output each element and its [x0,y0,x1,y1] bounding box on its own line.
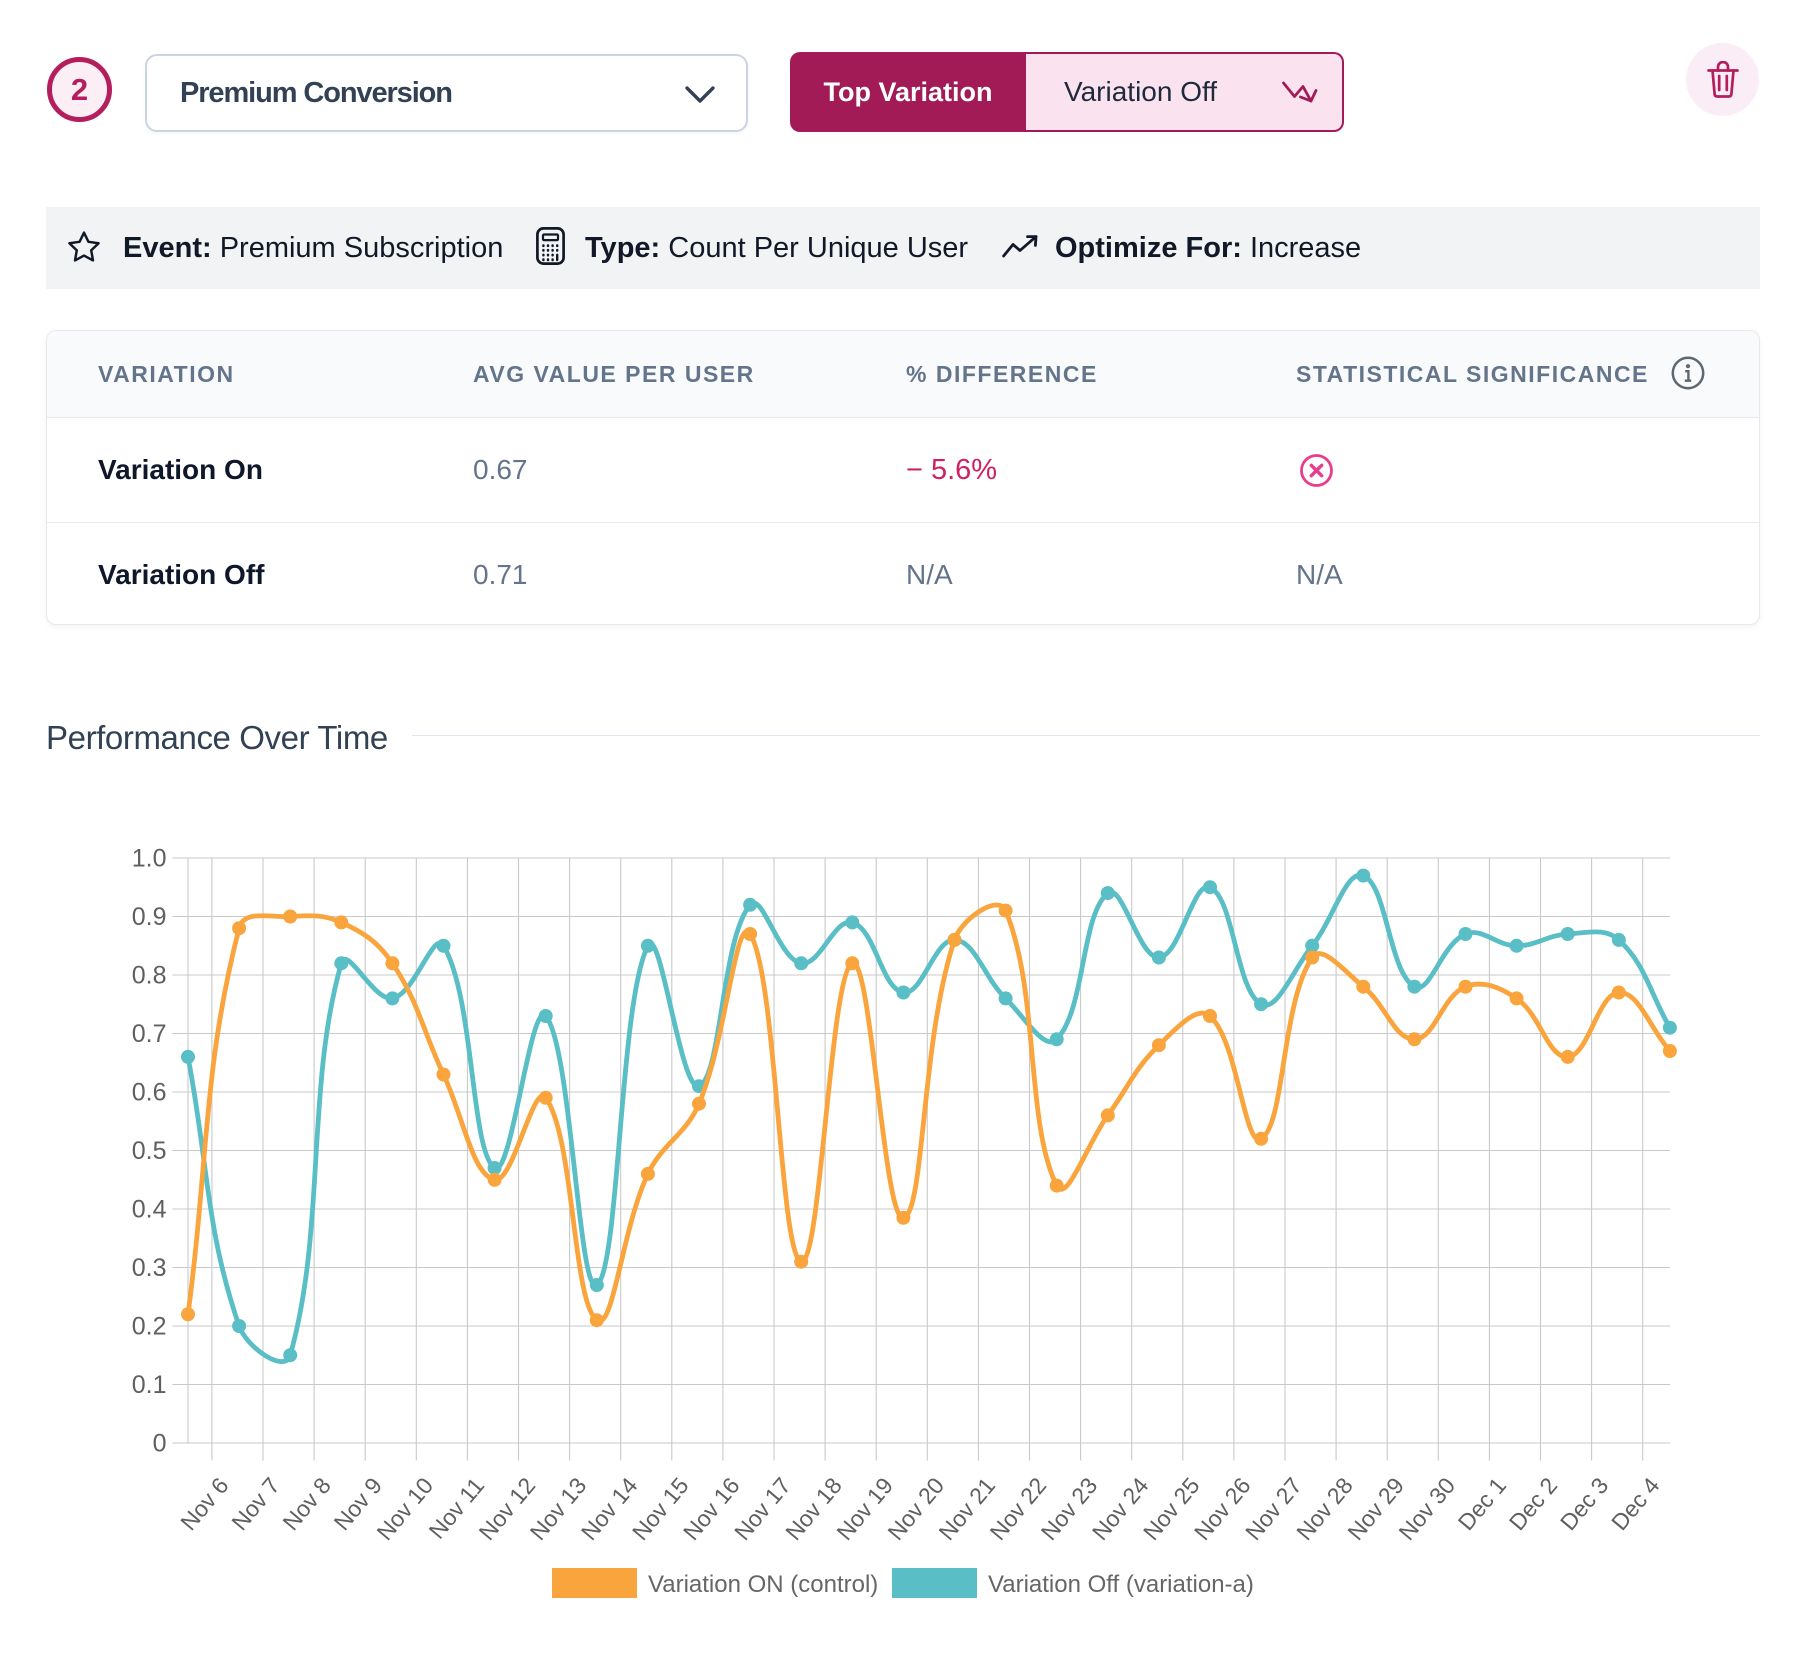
svg-text:Variation Off (variation-a): Variation Off (variation-a) [988,1571,1254,1598]
svg-text:0.3: 0.3 [132,1254,167,1282]
svg-text:0.7: 0.7 [132,1020,167,1048]
svg-text:Dec 2: Dec 2 [1504,1473,1563,1536]
svg-text:Nov 7: Nov 7 [226,1473,285,1536]
svg-text:Nov 30: Nov 30 [1393,1473,1460,1546]
svg-text:Dec 1: Dec 1 [1453,1473,1512,1536]
svg-text:Variation ON (control): Variation ON (control) [648,1571,878,1598]
svg-text:0.5: 0.5 [132,1137,167,1165]
svg-text:Nov 8: Nov 8 [277,1473,336,1536]
svg-text:Nov 10: Nov 10 [371,1473,438,1546]
svg-text:0.9: 0.9 [132,903,167,931]
svg-text:0.6: 0.6 [132,1079,167,1107]
svg-text:0.2: 0.2 [132,1313,167,1341]
svg-text:0: 0 [153,1430,167,1458]
svg-text:0.1: 0.1 [132,1371,167,1399]
svg-text:Nov 6: Nov 6 [175,1473,234,1536]
svg-text:0.4: 0.4 [132,1196,167,1224]
svg-text:0.8: 0.8 [132,962,167,990]
svg-text:Dec 4: Dec 4 [1606,1472,1665,1535]
svg-text:Dec 3: Dec 3 [1555,1473,1614,1536]
svg-text:1.0: 1.0 [132,845,167,873]
